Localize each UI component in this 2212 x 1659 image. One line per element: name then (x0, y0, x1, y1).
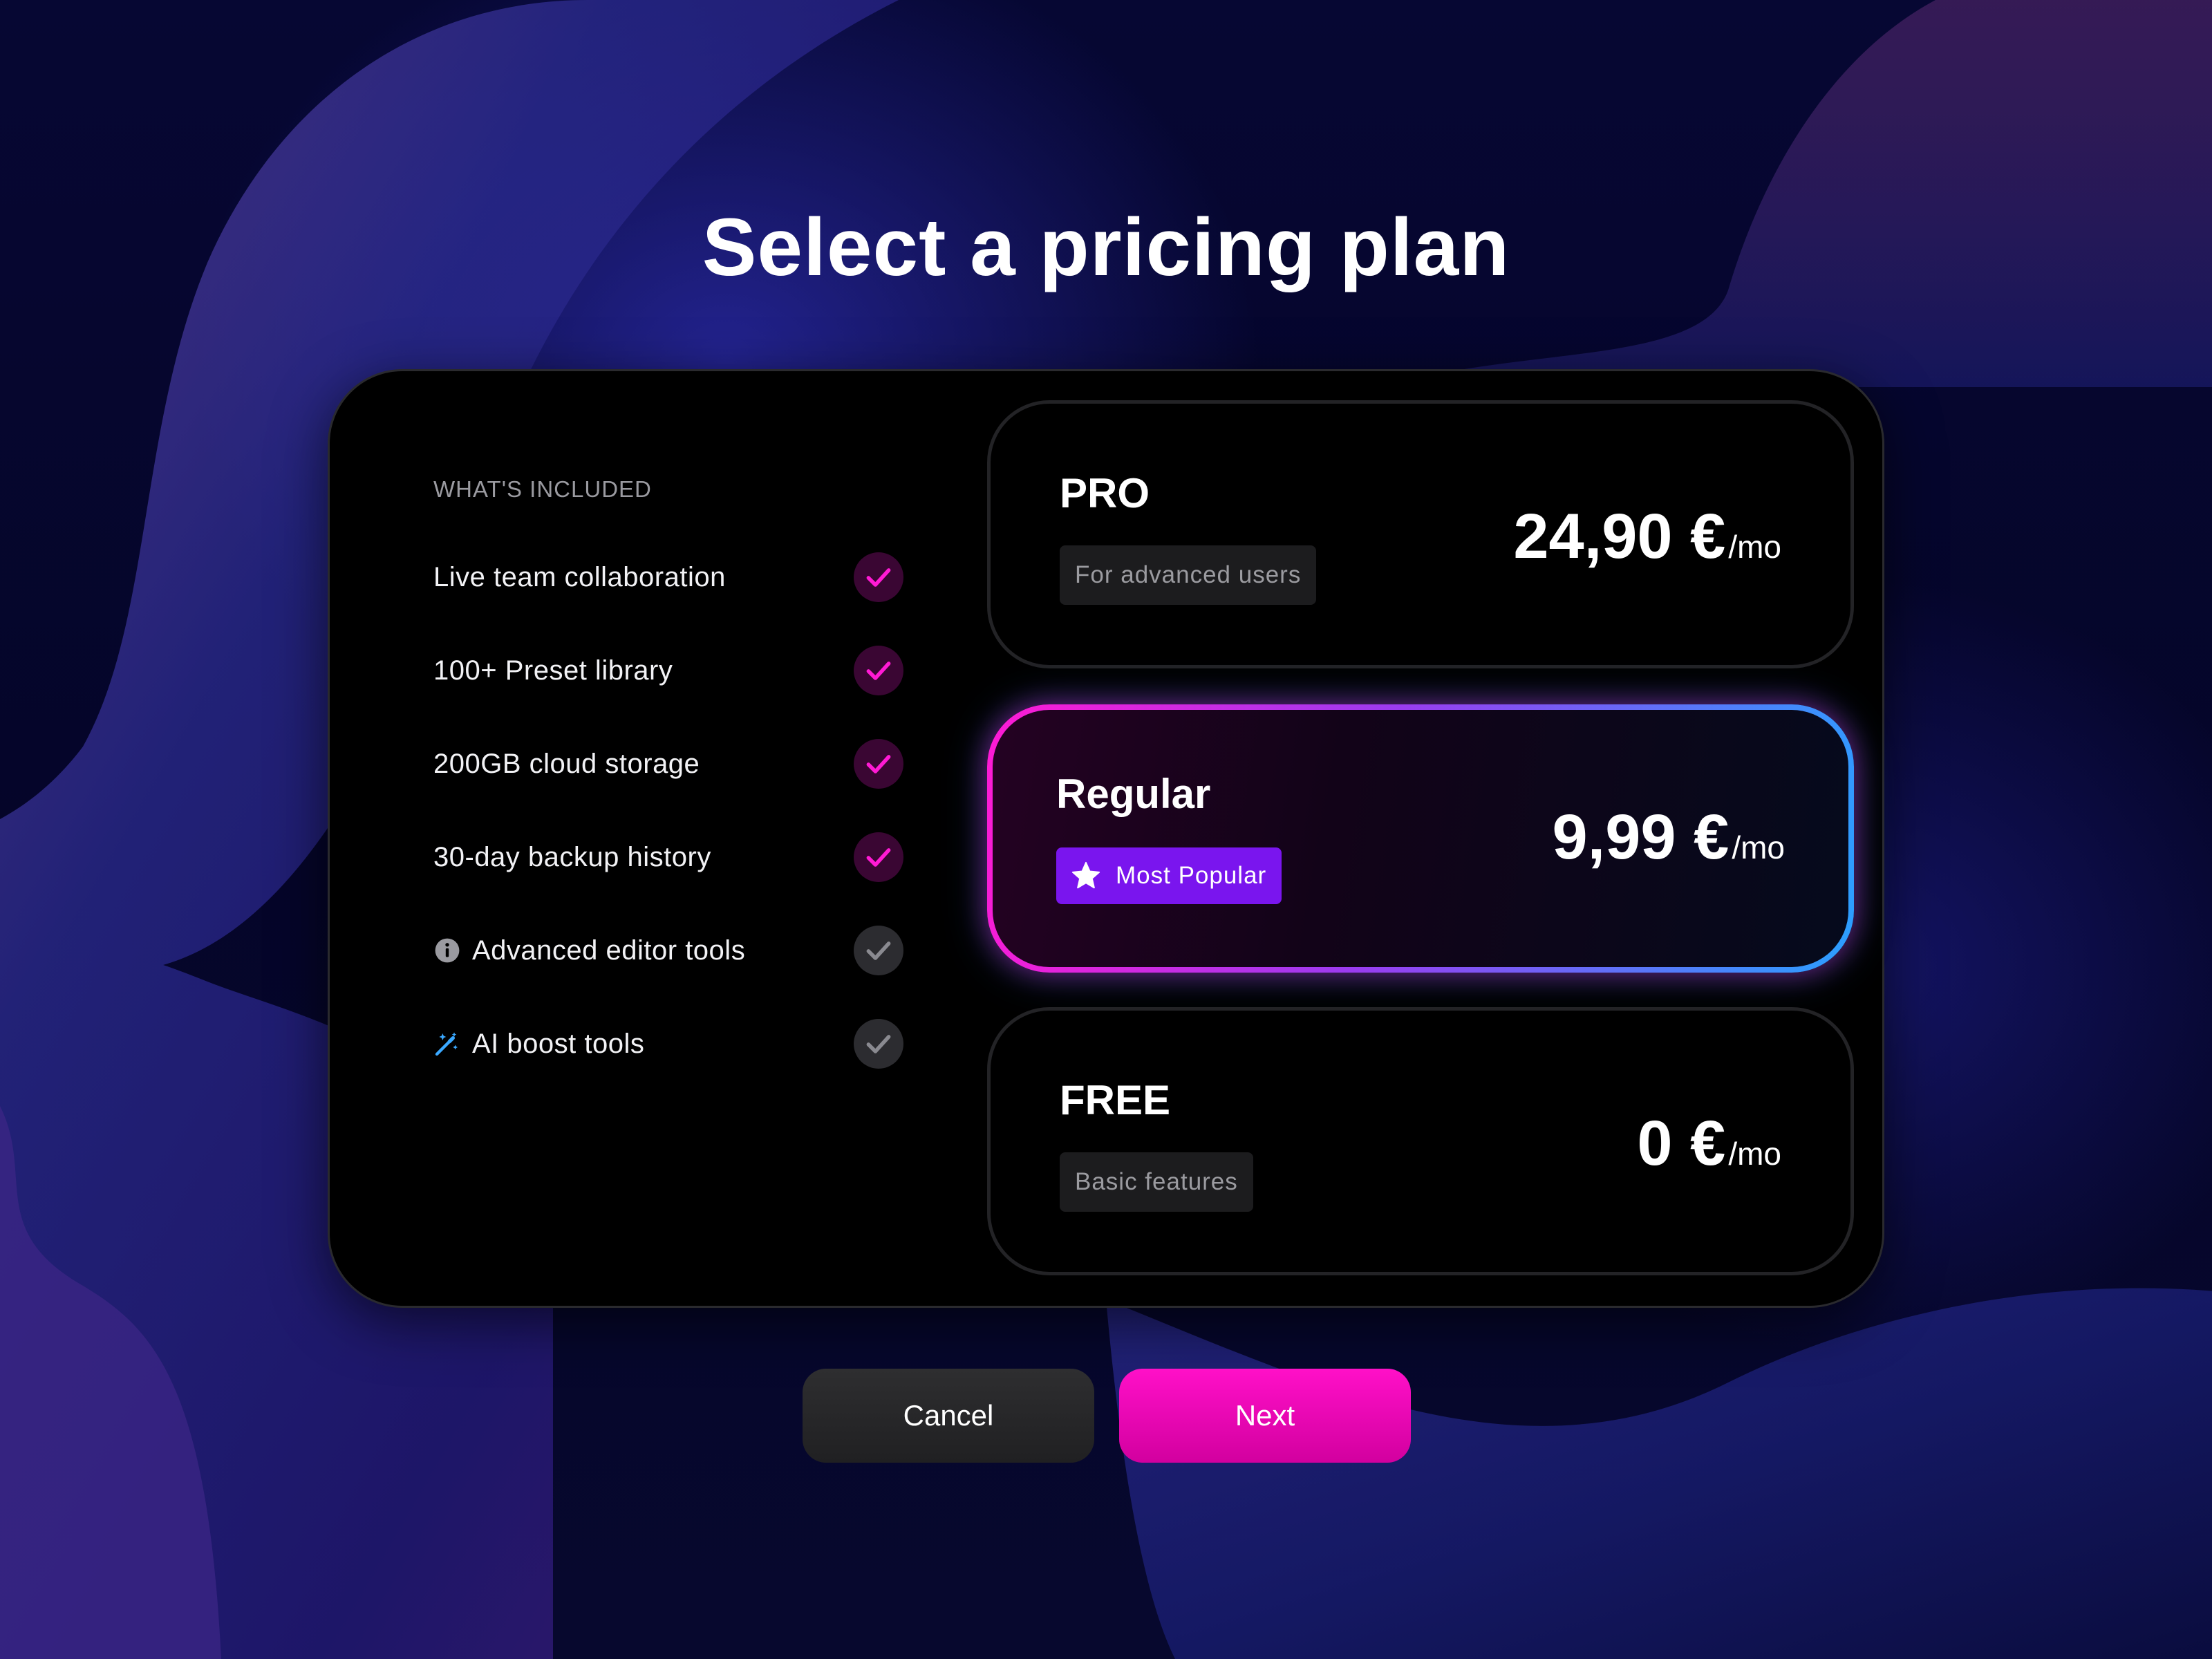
plan-tag: For advanced users (1060, 545, 1317, 605)
pricing-panel: WHAT'S INCLUDED Live team collaboration … (328, 369, 1884, 1308)
check-icon (854, 832, 903, 882)
feature-label: 30-day backup history (433, 841, 711, 872)
check-icon (854, 1019, 903, 1069)
plan-name: PRO (1060, 470, 1150, 516)
feature-label: Live team collaboration (433, 561, 726, 592)
star-icon (1070, 860, 1102, 892)
most-popular-badge: Most Popular (1056, 847, 1282, 904)
price-amount: 24,90 € (1513, 501, 1726, 572)
check-icon (854, 646, 903, 695)
plan-tag: Basic features (1060, 1152, 1253, 1212)
plan-name: Regular (1056, 771, 1211, 817)
price-unit: /mo (1728, 1136, 1781, 1172)
plan-card-free[interactable]: FREE Basic features 0 € /mo (987, 1007, 1854, 1275)
cancel-button[interactable]: Cancel (803, 1369, 1094, 1463)
feature-row-live-team-collaboration: Live team collaboration (433, 550, 903, 605)
plan-price: 0 € /mo (1637, 1107, 1781, 1180)
price-amount: 0 € (1637, 1108, 1726, 1179)
badge-label: Most Popular (1116, 862, 1267, 889)
feature-row-preset-library: 100+ Preset library (433, 643, 903, 698)
feature-row-ai-boost-tools: AI boost tools (433, 1016, 903, 1071)
feature-row-cloud-storage: 200GB cloud storage (433, 736, 903, 791)
feature-label: AI boost tools (472, 1028, 645, 1059)
price-unit: /mo (1732, 830, 1785, 865)
plan-price: 9,99 € /mo (1553, 801, 1785, 874)
plan-card-pro[interactable]: PRO For advanced users 24,90 € /mo (987, 400, 1854, 668)
feature-label: Advanced editor tools (472, 935, 746, 966)
page-title: Select a pricing plan (702, 202, 1510, 293)
check-icon (854, 552, 903, 602)
check-icon (854, 926, 903, 975)
plan-card-regular[interactable]: Regular Most Popular 9,99 € /mo (987, 704, 1854, 973)
feature-label: 100+ Preset library (433, 655, 673, 686)
plan-name: FREE (1060, 1077, 1171, 1123)
plan-price: 24,90 € /mo (1513, 500, 1781, 573)
feature-row-backup-history: 30-day backup history (433, 830, 903, 885)
feature-row-advanced-editor-tools: Advanced editor tools (433, 923, 903, 978)
included-header: WHAT'S INCLUDED (433, 476, 652, 502)
price-unit: /mo (1728, 529, 1781, 565)
info-icon[interactable] (433, 937, 461, 964)
price-amount: 9,99 € (1552, 802, 1730, 872)
feature-label: 200GB cloud storage (433, 748, 700, 779)
magic-wand-icon (433, 1030, 461, 1058)
check-icon (854, 739, 903, 789)
next-button[interactable]: Next (1119, 1369, 1411, 1463)
